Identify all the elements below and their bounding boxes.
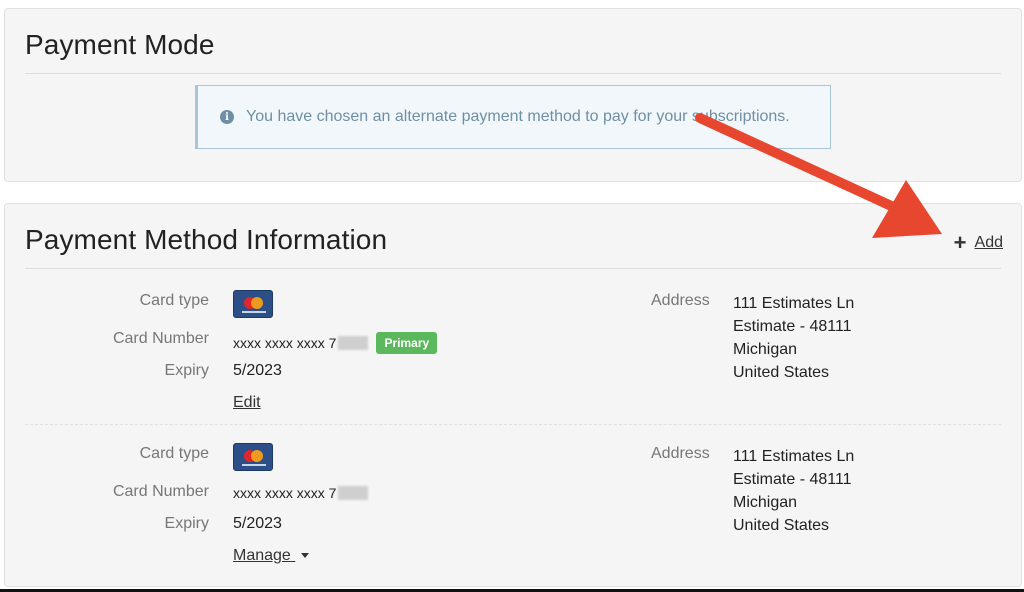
expiry-value: 5/2023 bbox=[233, 515, 282, 532]
info-icon: i bbox=[220, 110, 234, 124]
payment-card-primary: Card type Card Number xxxx xxxx xxxx 7 P… bbox=[5, 286, 1021, 436]
mastercard-icon bbox=[233, 290, 273, 318]
manage-card-dropdown[interactable]: Manage bbox=[233, 547, 310, 565]
manage-label[interactable]: Manage bbox=[233, 547, 291, 564]
masked-digits bbox=[338, 336, 369, 350]
edit-card-link[interactable]: Edit bbox=[233, 394, 261, 412]
title-divider bbox=[25, 268, 1001, 269]
payment-mode-title: Payment Mode bbox=[25, 29, 215, 60]
payment-method-title: Payment Method Information bbox=[25, 224, 388, 255]
payment-mode-alert: i You have chosen an alternate payment m… bbox=[195, 85, 831, 149]
add-label[interactable]: Add bbox=[975, 234, 1003, 252]
card-type-label: Card type bbox=[139, 292, 209, 309]
address-line-3: Michigan bbox=[733, 494, 798, 511]
mastercard-icon bbox=[233, 443, 273, 471]
card-divider bbox=[25, 424, 1001, 425]
alert-text: You have chosen an alternate payment met… bbox=[246, 108, 790, 125]
card-number-label: Card Number bbox=[112, 483, 209, 500]
payment-method-panel: Payment Method Information + Add Card ty… bbox=[4, 203, 1022, 587]
primary-badge: Primary bbox=[376, 332, 438, 354]
expiry-label: Expiry bbox=[164, 362, 209, 379]
card-number-label: Card Number bbox=[112, 330, 209, 347]
address-line-1: 111 Estimates Ln bbox=[733, 448, 855, 465]
plus-icon: + bbox=[953, 230, 967, 255]
address-value: 111 Estimates Ln Estimate - 48111 Michig… bbox=[733, 445, 854, 537]
card-number-text: xxxx xxxx xxxx 7 bbox=[233, 485, 337, 501]
address-label: Address bbox=[651, 445, 710, 462]
page: Payment Mode i You have chosen an altern… bbox=[0, 0, 1024, 592]
title-divider bbox=[25, 73, 1001, 74]
address-line-3: Michigan bbox=[733, 341, 798, 358]
card-number-value: xxxx xxxx xxxx 7 bbox=[233, 485, 369, 501]
payment-mode-panel: Payment Mode i You have chosen an altern… bbox=[4, 8, 1022, 182]
card-type-label: Card type bbox=[139, 445, 209, 462]
address-line-4: United States bbox=[733, 364, 830, 381]
card-number-text: xxxx xxxx xxxx 7 bbox=[233, 335, 337, 351]
address-line-2: Estimate - 48111 bbox=[733, 318, 852, 335]
expiry-label: Expiry bbox=[164, 515, 209, 532]
address-line-1: 111 Estimates Ln bbox=[733, 295, 855, 312]
address-value: 111 Estimates Ln Estimate - 48111 Michig… bbox=[733, 292, 854, 384]
address-line-2: Estimate - 48111 bbox=[733, 471, 852, 488]
add-payment-method-link[interactable]: + Add bbox=[953, 230, 1003, 255]
expiry-value: 5/2023 bbox=[233, 362, 282, 379]
masked-digits bbox=[338, 486, 369, 500]
payment-card-secondary: Card type Card Number xxxx xxxx xxxx 7 E… bbox=[5, 439, 1021, 589]
card-number-value: xxxx xxxx xxxx 7 Primary bbox=[233, 332, 438, 354]
address-label: Address bbox=[651, 292, 710, 309]
caret-down-icon bbox=[301, 553, 310, 559]
address-line-4: United States bbox=[733, 517, 830, 534]
